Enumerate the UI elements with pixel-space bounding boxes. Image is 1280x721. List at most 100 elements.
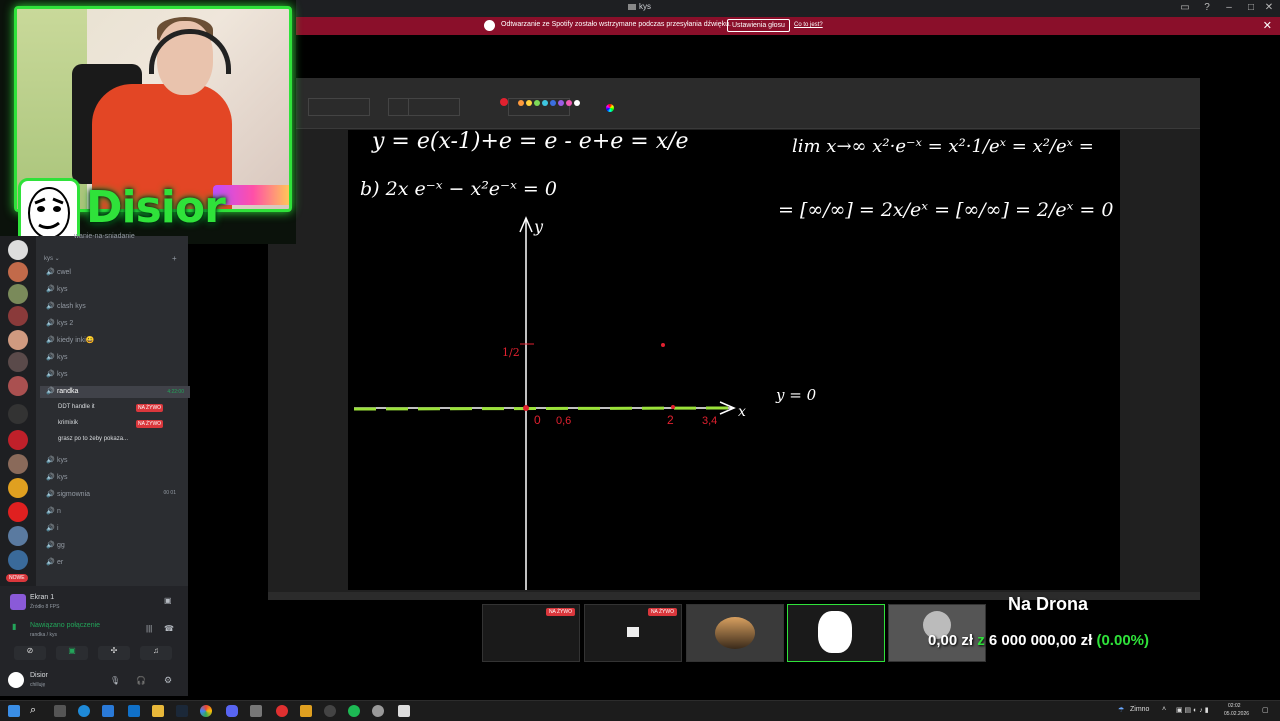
add-channel-icon[interactable]: + xyxy=(172,254,177,263)
server-icon[interactable] xyxy=(8,550,28,570)
voice-channel[interactable]: 🔊 gg xyxy=(46,541,65,553)
soundboard-icon[interactable]: ||| xyxy=(146,624,152,633)
close-banner-icon[interactable]: ✕ xyxy=(1263,19,1272,32)
soundboard-button[interactable]: ♫ xyxy=(140,646,172,660)
server-icon[interactable] xyxy=(8,454,28,474)
color-swatch-active[interactable] xyxy=(500,98,508,106)
start-icon[interactable] xyxy=(8,705,20,717)
screen-share-icon[interactable]: ▭ xyxy=(1178,2,1192,13)
user-thumbnail[interactable] xyxy=(787,604,885,662)
server-icon[interactable] xyxy=(8,262,28,282)
microphone-icon[interactable]: 🎙 xyxy=(110,676,120,685)
server-icon[interactable] xyxy=(8,502,28,522)
voice-channel[interactable]: 🔊 er xyxy=(46,558,63,570)
chrome-icon[interactable] xyxy=(200,705,212,717)
activities-button[interactable]: ✣ xyxy=(98,646,130,660)
server-icon[interactable] xyxy=(8,284,28,304)
minimize-button[interactable]: – xyxy=(1222,2,1236,13)
server-icon[interactable] xyxy=(8,404,28,424)
screen-share-thumb xyxy=(10,594,26,610)
gear-icon[interactable]: ⚙ xyxy=(164,675,172,686)
voice-channel[interactable]: 🔊 kys xyxy=(46,353,67,365)
drawing-canvas[interactable]: y = e(x-1)+e = e - e+e = x/e b) 2x e⁻ˣ −… xyxy=(348,130,1120,590)
server-icon[interactable] xyxy=(8,306,28,326)
server-icon[interactable] xyxy=(8,240,28,260)
server-icon[interactable] xyxy=(8,430,28,450)
color-swatch[interactable] xyxy=(550,100,556,106)
app-icon[interactable] xyxy=(300,705,312,717)
voice-channel[interactable]: 🔊 kys xyxy=(46,285,67,297)
voice-user[interactable]: DDT handle it xyxy=(58,404,95,410)
close-button[interactable]: ✕ xyxy=(1262,2,1276,13)
edge-icon[interactable] xyxy=(78,705,90,717)
weather-label[interactable]: Zimno xyxy=(1130,706,1149,713)
color-swatch[interactable] xyxy=(526,100,532,106)
what-is-this-link[interactable]: Co to jest? xyxy=(794,22,823,28)
folder-icon[interactable] xyxy=(152,705,164,717)
avatar[interactable] xyxy=(8,672,24,688)
formula-line-1: y = e(x-1)+e = e - e+e = x/e xyxy=(371,130,689,154)
app-icon[interactable] xyxy=(276,705,288,717)
tray-icons[interactable]: ▣ ▤ ◐ ♪ ▮ xyxy=(1176,706,1209,714)
voice-channel[interactable]: 🔊 clash kys xyxy=(46,302,86,314)
voice-user[interactable]: krimixik xyxy=(58,420,78,426)
brushes-group[interactable] xyxy=(408,98,460,116)
voice-channel[interactable]: 🔊 kys xyxy=(46,473,67,485)
color-swatch[interactable] xyxy=(534,100,540,106)
outlook-icon[interactable] xyxy=(128,705,140,717)
clipboard-group[interactable] xyxy=(308,98,370,116)
server-icon[interactable] xyxy=(8,352,28,372)
headphones-icon[interactable]: 🎧 xyxy=(136,676,146,685)
task-view-icon[interactable] xyxy=(54,705,66,717)
help-icon[interactable]: ? xyxy=(1200,2,1214,13)
voice-channel[interactable]: 🔊 kiedy inki😀 xyxy=(46,336,94,348)
stream-thumbnail[interactable]: NA ŻYWO xyxy=(482,604,580,662)
color-swatch[interactable] xyxy=(558,100,564,106)
monitor-icon xyxy=(627,627,639,637)
voice-channel[interactable]: 🔊 kys xyxy=(46,370,67,382)
app-icon[interactable] xyxy=(372,705,384,717)
speaker-icon: 🔊 xyxy=(46,286,55,293)
color-picker-icon[interactable] xyxy=(606,104,614,112)
server-icon[interactable] xyxy=(8,330,28,350)
camera-off-button[interactable]: ⊘ xyxy=(14,646,46,660)
voice-channel[interactable]: 🔊 cwel xyxy=(46,268,71,280)
category-label[interactable]: kys ⌄ xyxy=(44,255,60,262)
voice-channel[interactable]: 🔊 kys 2 xyxy=(46,319,73,331)
meme-face-icon xyxy=(818,611,852,653)
color-swatch[interactable] xyxy=(518,100,524,106)
clock-time[interactable]: 02:02 xyxy=(1228,703,1241,709)
screen-share-button[interactable]: ▣ xyxy=(56,646,88,660)
color-swatch[interactable] xyxy=(542,100,548,106)
stream-thumbnail[interactable]: NA ŻYWO xyxy=(584,604,682,662)
search-icon[interactable]: ⌕ xyxy=(30,704,42,716)
speaker-icon: 🔊 xyxy=(46,269,55,276)
spotify-icon[interactable] xyxy=(348,705,360,717)
notifications-icon[interactable]: ▢ xyxy=(1262,706,1269,714)
voice-user[interactable]: grasz po to żeby pokaza... xyxy=(58,436,128,442)
active-voice-channel[interactable]: 🔊 randka 4:22:00 xyxy=(40,386,190,398)
server-icon[interactable] xyxy=(8,526,28,546)
discord-icon[interactable] xyxy=(226,705,238,717)
voice-channel[interactable]: 🔊 sigmownia 00 01 xyxy=(46,490,176,502)
color-swatch[interactable] xyxy=(574,100,580,106)
obs-icon[interactable] xyxy=(324,705,336,717)
clock-date[interactable]: 05.02.2026 xyxy=(1224,711,1249,717)
color-swatch[interactable] xyxy=(566,100,572,106)
voice-channel[interactable]: 🔊 n xyxy=(46,507,61,519)
server-icon[interactable] xyxy=(8,376,28,396)
server-icon[interactable] xyxy=(8,478,28,498)
store-icon[interactable] xyxy=(102,705,114,717)
disconnect-icon[interactable]: ☎ xyxy=(164,624,174,633)
tray-chevron-icon[interactable]: ˄ xyxy=(1162,706,1166,713)
steam-icon[interactable] xyxy=(176,705,188,717)
screen-popout-icon[interactable]: ▣ xyxy=(164,596,172,605)
maximize-button[interactable]: □ xyxy=(1244,2,1258,13)
app-icon[interactable] xyxy=(250,705,262,717)
user-thumbnail[interactable] xyxy=(686,604,784,662)
voice-channel[interactable]: 🔊 i xyxy=(46,524,59,536)
voice-channel[interactable]: 🔊 kys xyxy=(46,456,67,468)
speaker-icon: 🔊 xyxy=(46,337,55,344)
voice-settings-button[interactable]: Ustawienia głosu xyxy=(727,19,790,32)
notepad-icon[interactable] xyxy=(398,705,410,717)
